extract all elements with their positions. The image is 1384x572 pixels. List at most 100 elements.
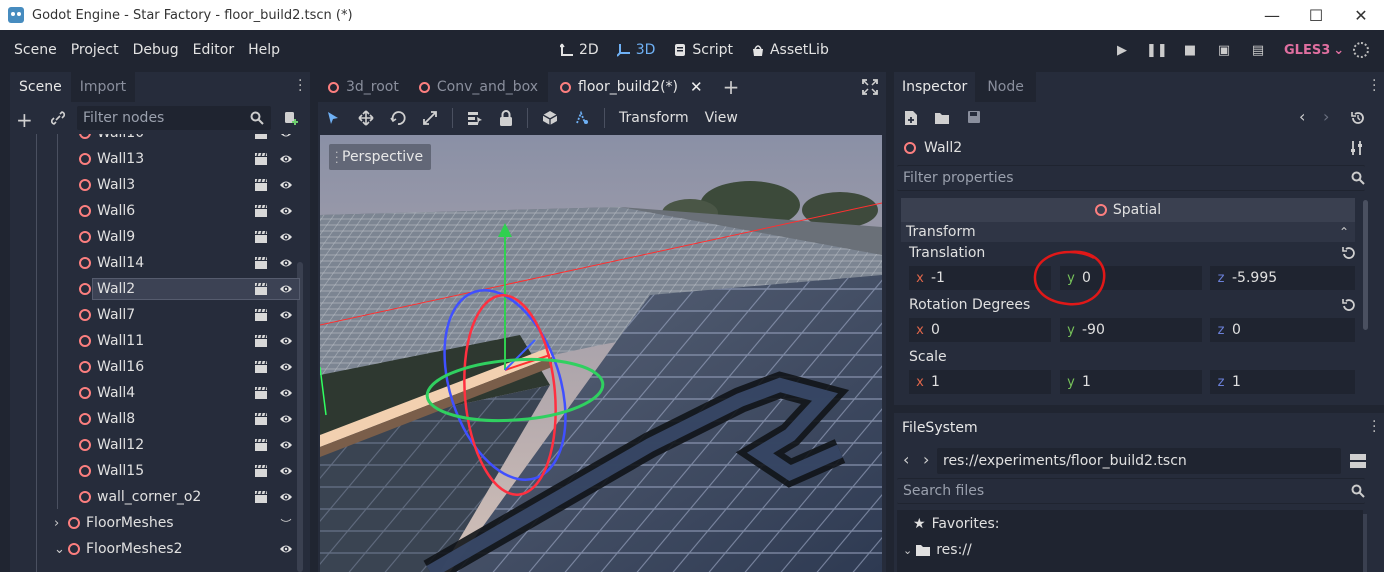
minimize-button[interactable]: — (1249, 0, 1295, 30)
clapperboard-icon[interactable] (254, 360, 268, 373)
transform-menu[interactable]: Transform (619, 110, 689, 126)
scale-z-field[interactable]: z1 (1210, 370, 1355, 394)
fs-forward-icon[interactable]: › (923, 450, 929, 469)
tab-conv-and-box[interactable]: Conv_and_box (408, 72, 549, 102)
revert-rotation-icon[interactable] (1341, 298, 1355, 312)
tree-node-wall14[interactable]: Wall14 (10, 250, 300, 276)
snap-icon[interactable] (574, 110, 590, 126)
rotation-x-field[interactable]: x0 (909, 318, 1051, 342)
tab-inspector[interactable]: Inspector (894, 72, 976, 102)
clapperboard-icon[interactable] (254, 230, 268, 243)
menu-scene[interactable]: Scene (7, 42, 64, 58)
close-tab-icon[interactable]: ✕ (690, 78, 703, 96)
perspective-menu[interactable]: · · · Perspective (329, 144, 432, 170)
move-mode-icon[interactable] (358, 110, 374, 126)
visibility-eye-icon[interactable] (279, 204, 293, 218)
renderer-dropdown[interactable]: GLES3 ⌄ (1284, 30, 1344, 70)
visibility-eye-icon[interactable] (279, 542, 293, 556)
clapperboard-icon[interactable] (254, 464, 268, 477)
tab-node[interactable]: Node (975, 72, 1036, 102)
collapse-icon[interactable]: ⌃ (1339, 225, 1349, 239)
scale-y-field[interactable]: y1 (1060, 370, 1202, 394)
scale-mode-icon[interactable] (422, 110, 438, 126)
tree-node-wall13[interactable]: Wall13 (10, 146, 300, 172)
res-root-item[interactable]: ⌄ res:// (903, 542, 972, 558)
tree-node-wall4[interactable]: Wall4 (10, 380, 300, 406)
new-resource-icon[interactable] (904, 110, 918, 126)
clapperboard-icon[interactable] (254, 334, 268, 347)
clapperboard-icon[interactable] (254, 282, 268, 295)
3d-viewport[interactable] (320, 135, 882, 572)
visibility-eye-icon[interactable] (279, 256, 293, 270)
tree-node-wall11[interactable]: Wall11 (10, 328, 300, 354)
list-select-icon[interactable] (467, 110, 483, 126)
inspector-menu-icon[interactable]: · · · (1372, 74, 1376, 98)
workspace-3d-button[interactable]: 3D (616, 42, 655, 58)
revert-translation-icon[interactable] (1341, 246, 1355, 260)
play-custom-scene-icon[interactable]: ▤ (1248, 43, 1268, 58)
menu-project[interactable]: Project (64, 42, 126, 58)
attach-script-icon[interactable] (283, 110, 299, 126)
rotation-z-field[interactable]: z0 (1210, 318, 1355, 342)
workspace-script-button[interactable]: Script (673, 42, 733, 58)
clapperboard-icon[interactable] (254, 178, 268, 191)
visibility-eye-icon[interactable] (279, 360, 293, 374)
play-scene-icon[interactable]: ▣ (1214, 43, 1234, 58)
inspector-scrollbar[interactable] (1363, 200, 1368, 330)
add-scene-tab-icon[interactable]: + (711, 72, 752, 102)
tree-node-wall6[interactable]: Wall6 (10, 198, 300, 224)
visibility-eye-icon[interactable] (279, 282, 293, 296)
tree-node-wall9[interactable]: Wall9 (10, 224, 300, 250)
tree-node-floormeshes2[interactable]: ⌄ FloorMeshes2 (10, 536, 300, 562)
pause-icon[interactable]: ❚❚ (1146, 43, 1168, 58)
rotate-mode-icon[interactable] (390, 110, 406, 126)
filesystem-menu-icon[interactable]: · · · (1372, 415, 1376, 439)
visibility-eye-icon[interactable] (279, 178, 293, 192)
clapperboard-icon[interactable] (254, 152, 268, 165)
visibility-eye-icon[interactable] (279, 386, 293, 400)
stop-icon[interactable]: ■ (1180, 43, 1200, 58)
tree-node-wall16[interactable]: Wall16 (10, 354, 300, 380)
chevron-down-icon[interactable]: ⌄ (54, 542, 68, 557)
clapperboard-icon[interactable] (254, 134, 268, 139)
tree-node-wall10[interactable]: Wall10 (10, 134, 300, 146)
tree-node-wall-corner-o2[interactable]: wall_corner_o2 (10, 484, 300, 510)
tab-3d-root[interactable]: 3d_root (318, 72, 409, 102)
open-folder-icon[interactable] (934, 111, 950, 125)
fs-back-icon[interactable]: ‹ (903, 450, 909, 469)
menu-help[interactable]: Help (241, 42, 287, 58)
transform-section[interactable]: Transform ⌃ (901, 222, 1355, 242)
fs-scrollbar[interactable] (1363, 514, 1367, 572)
lock-icon[interactable] (499, 110, 513, 126)
filter-nodes-input[interactable]: Filter nodes (77, 106, 271, 130)
tab-filesystem[interactable]: FileSystem (894, 413, 986, 443)
clapperboard-icon[interactable] (254, 412, 268, 425)
clapperboard-icon[interactable] (254, 438, 268, 451)
tree-node-wall8[interactable]: Wall8 (10, 406, 300, 432)
add-node-icon[interactable]: + (16, 108, 33, 132)
visibility-eye-icon[interactable] (279, 334, 293, 348)
distraction-free-icon[interactable] (862, 79, 878, 95)
visibility-eye-icon[interactable] (279, 438, 293, 452)
workspace-assetlib-button[interactable]: AssetLib (751, 42, 829, 58)
scale-x-field[interactable]: x1 (909, 370, 1051, 394)
split-mode-icon[interactable] (1349, 453, 1367, 469)
tree-node-wall2[interactable]: Wall2 (10, 276, 300, 302)
clapperboard-icon[interactable] (254, 386, 268, 399)
visibility-eye-icon[interactable] (279, 412, 293, 426)
rotation-y-field[interactable]: y -90 (1060, 318, 1202, 342)
history-forward-icon[interactable]: › (1323, 107, 1329, 126)
close-window-button[interactable]: ✕ (1338, 0, 1384, 30)
favorites-item[interactable]: ★ Favorites: (913, 516, 1000, 532)
tab-scene[interactable]: Scene (10, 72, 71, 102)
history-back-icon[interactable]: ‹ (1299, 107, 1305, 126)
workspace-2d-button[interactable]: 2D (560, 42, 599, 58)
view-menu[interactable]: View (705, 110, 738, 126)
clapperboard-icon[interactable] (254, 204, 268, 217)
visibility-eye-icon[interactable] (279, 230, 293, 244)
object-history-icon[interactable] (1350, 110, 1366, 126)
play-icon[interactable]: ▶ (1112, 43, 1132, 58)
visibility-eye-icon[interactable] (279, 464, 293, 478)
object-properties-icon[interactable] (1350, 140, 1364, 156)
tree-node-floormeshes[interactable]: › FloorMeshes ︶ (10, 510, 300, 536)
